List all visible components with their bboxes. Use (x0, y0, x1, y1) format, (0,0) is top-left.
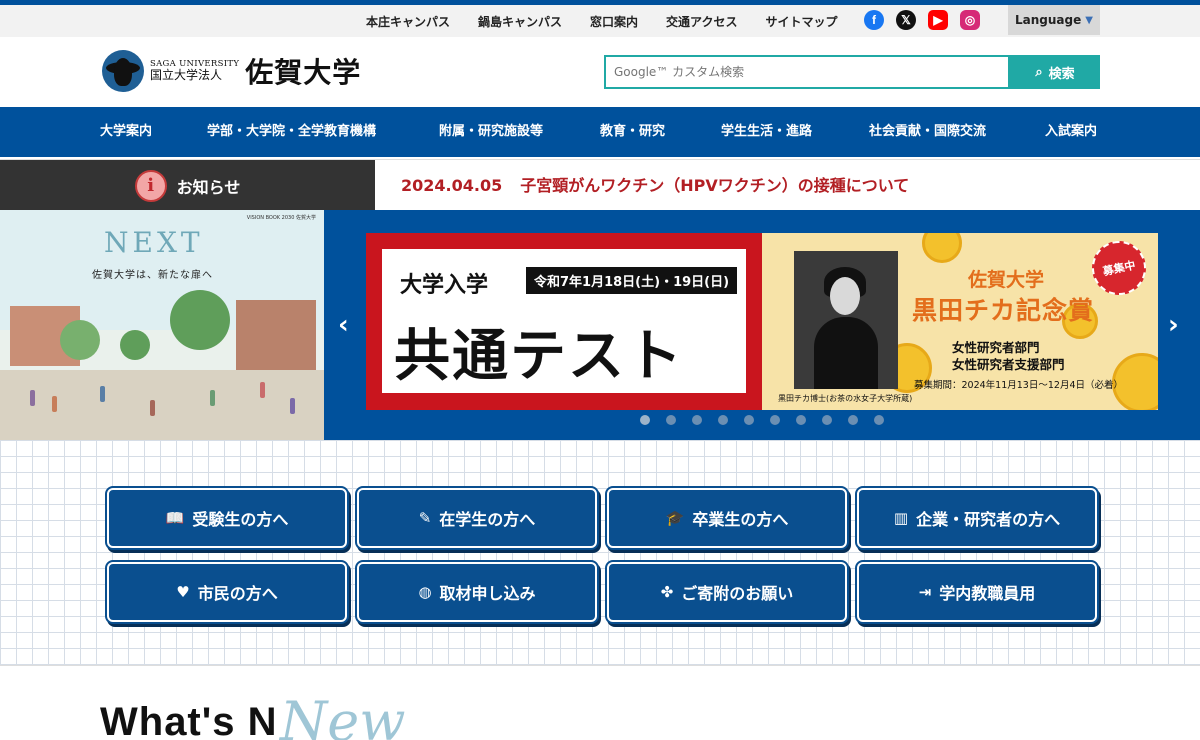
carousel-next-arrow-icon[interactable]: › (1168, 310, 1179, 340)
utility-link-access[interactable]: 交通アクセス (666, 13, 737, 30)
quick-link-citizens[interactable]: ♥ 市民の方へ (107, 562, 347, 622)
carousel-dot[interactable] (770, 415, 780, 425)
chevron-down-icon: ▼ (1085, 14, 1093, 26)
search-button-label: 検索 (1048, 66, 1075, 82)
quick-link-label: ご寄附のお願い (681, 584, 794, 603)
utility-link-counter[interactable]: 窓口案内 (590, 13, 638, 30)
award-dept2: 女性研究者支援部門 (952, 357, 1065, 372)
quick-link-label: 学内教職員用 (939, 584, 1036, 603)
slide-kuroda-award[interactable]: 黒田チカ博士(お茶の水女子大学所蔵) 佐賀大学 黒田チカ記念賞 女性研究者部門 … (762, 233, 1158, 410)
quick-link-label: 市民の方へ (197, 584, 278, 603)
news-date: 2024.04.05 (401, 176, 503, 195)
carousel-dot[interactable] (640, 415, 650, 425)
search-form: ⌕ 検索 (604, 55, 1100, 89)
youtube-icon[interactable]: ▶ (928, 10, 948, 30)
site-logo[interactable]: SAGA UNIVERSITY 国立大学法人 佐賀大学 (102, 50, 361, 92)
utility-bar: 本庄キャンパス 鍋島キャンパス 窓口案内 交通アクセス サイトマップ f 𝕏 ▶… (0, 5, 1200, 37)
clover-icon: ✤ (660, 583, 674, 601)
search-input[interactable] (604, 55, 1010, 89)
instagram-icon[interactable]: ◎ (960, 10, 980, 30)
quick-link-label: 企業・研究者の方へ (916, 510, 1061, 529)
exam-date: 令和7年1月18日(土)・19日(日) (526, 267, 738, 294)
nav-item-about[interactable]: 大学案内 (100, 107, 152, 157)
social-links: f 𝕏 ▶ ◎ (864, 10, 980, 30)
quick-link-label: 在学生の方へ (439, 510, 536, 529)
whats-new-script-text: New (280, 690, 406, 740)
globe-icon: ◍ (418, 583, 432, 601)
carousel-dots (640, 415, 884, 425)
carousel-dot[interactable] (796, 415, 806, 425)
logo-corporation: 国立大学法人 (150, 68, 223, 83)
info-icon: i (134, 169, 167, 202)
quick-links-section: 📖 受験生の方へ ✎ 在学生の方へ 🎓 卒業生の方へ ▥ 企業・研究者の方へ ♥… (0, 440, 1200, 666)
utility-link-honjo[interactable]: 本庄キャンパス (366, 13, 450, 30)
building-icon: ▥ (893, 509, 909, 527)
nav-item-admissions[interactable]: 入試案内 (1045, 107, 1097, 157)
nav-item-education-research[interactable]: 教育・研究 (600, 107, 665, 157)
portrait-caption: 黒田チカ博士(お茶の水女子大学所蔵) (778, 394, 913, 403)
carousel-dot[interactable] (822, 415, 832, 425)
portrait-photo (794, 251, 898, 389)
carousel-dot[interactable] (692, 415, 702, 425)
quick-link-alumni[interactable]: 🎓 卒業生の方へ (607, 488, 847, 548)
pencil-icon: ✎ (418, 509, 432, 527)
vision-book-banner[interactable]: VISION BOOK 2030 佐賀大学 NEXT 佐賀大学は、新たな扉へ (0, 210, 324, 440)
award-title2: 黒田チカ記念賞 (912, 296, 1095, 325)
news-headline-link[interactable]: 2024.04.05 子宮頸がんワクチン（HPVワクチン）の接種について (401, 160, 927, 211)
nav-item-student-life[interactable]: 学生生活・進路 (721, 107, 812, 157)
vision-subtitle: 佐賀大学は、新たな扉へ (92, 270, 213, 281)
quick-link-label: 卒業生の方へ (692, 510, 789, 529)
quick-link-applicants[interactable]: 📖 受験生の方へ (107, 488, 347, 548)
carousel-dot[interactable] (718, 415, 728, 425)
vision-title: NEXT (104, 226, 204, 259)
quick-link-companies[interactable]: ▥ 企業・研究者の方へ (857, 488, 1097, 548)
vision-book-tag: VISION BOOK 2030 佐賀大学 (246, 215, 316, 221)
language-dropdown[interactable]: Language ▼ (1008, 5, 1100, 35)
news-label: お知らせ (176, 177, 241, 197)
hero-carousel: VISION BOOK 2030 佐賀大学 NEXT 佐賀大学は、新たな扉へ ‹… (0, 210, 1200, 440)
utility-link-nabeshima[interactable]: 鍋島キャンパス (478, 13, 562, 30)
sign-in-icon: ⇥ (918, 583, 932, 601)
search-icon: ⌕ (1035, 64, 1043, 80)
exam-line2: 共通テスト (394, 324, 684, 389)
exam-line1: 大学入学 (400, 273, 489, 298)
hand-heart-icon: ♥ (176, 583, 190, 601)
slide-common-test[interactable]: 大学入学 令和7年1月18日(土)・19日(日) 共通テスト (366, 233, 762, 410)
news-label-box: i お知らせ (0, 160, 375, 211)
whats-new-heading: What's N (100, 700, 278, 740)
nav-item-social-contribution[interactable]: 社会貢献・国際交流 (869, 107, 986, 157)
carousel-dot[interactable] (744, 415, 754, 425)
quick-link-donation[interactable]: ✤ ご寄附のお願い (607, 562, 847, 622)
news-ticker: i お知らせ 2024.04.05 子宮頸がんワクチン（HPVワクチン）の接種につ… (0, 159, 1200, 211)
news-headline: 子宮頸がんワクチン（HPVワクチン）の接種について (520, 176, 910, 195)
award-period: 募集期間：2024年11月13日～12月4日（必着） (914, 380, 1123, 391)
university-crest-icon (102, 50, 144, 92)
quick-link-label: 受験生の方へ (192, 510, 289, 529)
recruiting-badge: 募集中 (1086, 235, 1152, 301)
quick-link-label: 取材申し込み (439, 584, 536, 603)
quick-link-press[interactable]: ◍ 取材申し込み (357, 562, 597, 622)
carousel-dot[interactable] (848, 415, 858, 425)
language-label: Language (1015, 13, 1082, 27)
x-icon[interactable]: 𝕏 (896, 10, 916, 30)
site-header: SAGA UNIVERSITY 国立大学法人 佐賀大学 ⌕ 検索 (0, 37, 1200, 107)
utility-links: 本庄キャンパス 鍋島キャンパス 窓口案内 交通アクセス サイトマップ (366, 5, 837, 37)
book-icon: 📖 (165, 509, 185, 527)
utility-link-sitemap[interactable]: サイトマップ (765, 13, 837, 30)
global-nav: 大学案内 学部・大学院・全学教育機構 附属・研究施設等 教育・研究 学生生活・進… (0, 107, 1200, 157)
carousel-dot[interactable] (666, 415, 676, 425)
nav-item-faculties[interactable]: 学部・大学院・全学教育機構 (207, 107, 376, 157)
carousel-prev-arrow-icon[interactable]: ‹ (338, 310, 349, 340)
nav-item-facilities[interactable]: 附属・研究施設等 (439, 107, 543, 157)
graduation-cap-icon: 🎓 (665, 509, 685, 527)
facebook-icon[interactable]: f (864, 10, 884, 30)
search-button[interactable]: ⌕ 検索 (1010, 55, 1100, 89)
quick-link-students[interactable]: ✎ 在学生の方へ (357, 488, 597, 548)
carousel-dot[interactable] (874, 415, 884, 425)
quick-link-staff[interactable]: ⇥ 学内教職員用 (857, 562, 1097, 622)
logo-name: 佐賀大学 (245, 56, 362, 89)
carousel-slides: 大学入学 令和7年1月18日(土)・19日(日) 共通テスト 黒田チカ博士(お茶… (366, 233, 1158, 410)
award-title1: 佐賀大学 (968, 269, 1045, 291)
